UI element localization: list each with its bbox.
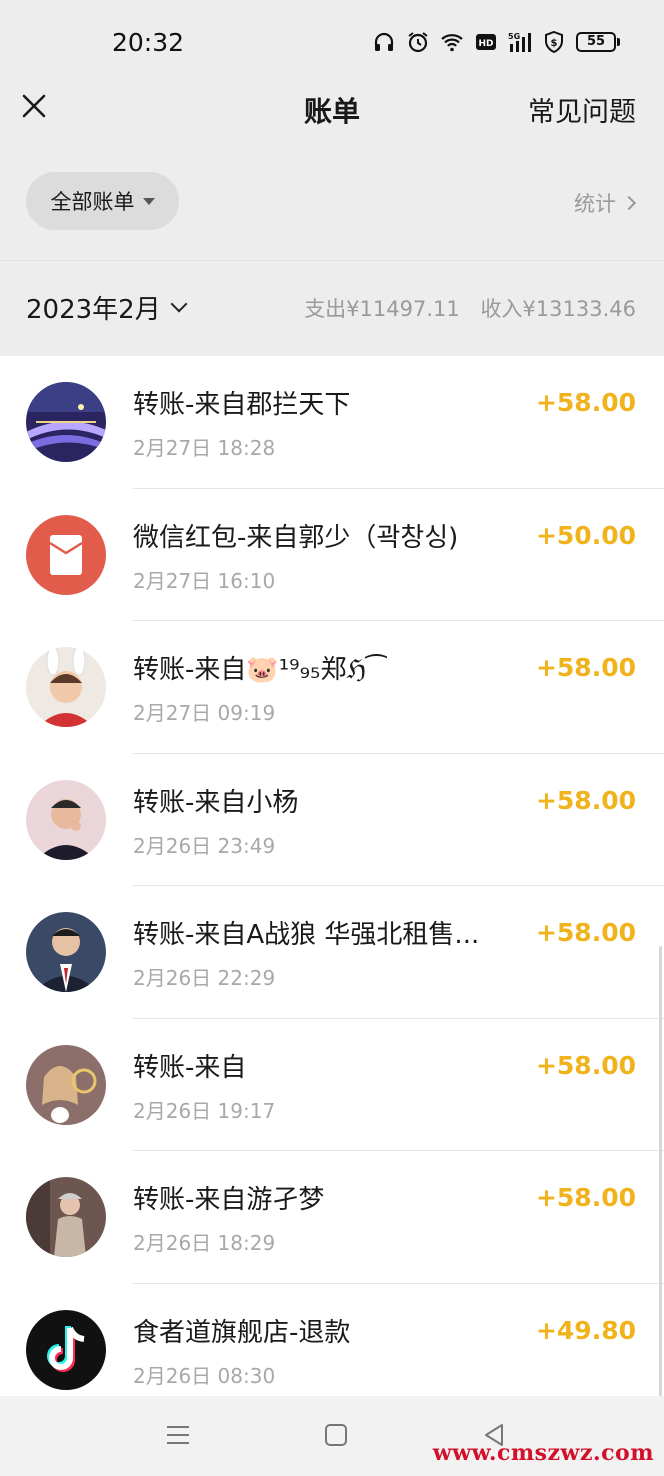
transaction-amount: +50.00 — [535, 520, 636, 550]
transaction-date: 2月26日 19:17 — [133, 1098, 276, 1123]
avatar — [26, 382, 106, 462]
transaction-row[interactable]: 转账-来自游孑梦 2月26日 18:29 +58.00 — [0, 1151, 664, 1284]
hd-icon: HD — [476, 34, 496, 50]
avatar — [26, 1044, 106, 1125]
svg-text:$: $ — [551, 38, 558, 49]
menu-icon[interactable] — [163, 1420, 193, 1450]
transaction-row[interactable]: 转账-来自🐷¹⁹₉₅郑ℌ⁀ 2月27日 09:19 +58.00 — [0, 621, 664, 754]
red-packet-icon — [26, 514, 106, 595]
nav-bar: 账单 常见问题 — [0, 80, 664, 136]
transaction-date: 2月27日 16:10 — [133, 568, 276, 593]
status-time: 20:32 — [112, 28, 185, 57]
faq-link[interactable]: 常见问题 — [528, 90, 636, 129]
month-expense: 支出¥11497.11 — [304, 297, 460, 321]
transaction-date: 2月27日 18:28 — [133, 436, 276, 460]
transaction-amount: +58.00 — [535, 1183, 636, 1212]
month-label: 2023年2月 — [26, 295, 161, 325]
transaction-amount: +58.00 — [535, 918, 636, 947]
bill-filter-label: 全部账单 — [50, 190, 135, 214]
caret-down-icon — [142, 197, 155, 205]
battery-level: 55 — [576, 32, 616, 52]
month-selector[interactable]: 2023年2月 — [26, 289, 188, 326]
transaction-row[interactable]: 微信红包-来自郭少（곽창싱) 2月27日 16:10 +50.00 — [0, 489, 664, 621]
avatar — [26, 779, 106, 860]
watermark: www.cmszwz.com — [432, 1440, 654, 1466]
transaction-row[interactable]: 转账-来自 2月26日 19:17 +58.00 — [0, 1019, 664, 1151]
transaction-title: 转账-来自 — [133, 1052, 247, 1083]
stats-label: 统计 — [574, 192, 616, 216]
transaction-date: 2月26日 23:49 — [133, 833, 276, 858]
transaction-amount: +58.00 — [535, 388, 636, 417]
avatar — [26, 647, 106, 727]
headphones-icon — [374, 32, 394, 51]
transaction-date: 2月26日 18:29 — [133, 1231, 276, 1255]
month-header: 2023年2月 支出¥11497.11 收入¥13133.46 — [0, 260, 664, 352]
svg-text:5G: 5G — [508, 32, 520, 41]
transaction-title: 食者道旗舰店-退款 — [133, 1317, 351, 1348]
transaction-title: 转账-来自🐷¹⁹₉₅郑ℌ⁀ — [133, 655, 387, 685]
status-icons: HD 5G $ 55 — [372, 30, 620, 54]
status-bar: 20:32 HD 5G $ 55 — [0, 0, 664, 80]
svg-text:HD: HD — [478, 39, 493, 49]
bill-filter-button[interactable]: 全部账单 — [26, 172, 179, 230]
filter-row: 全部账单 统计 — [0, 170, 664, 232]
wifi-icon — [441, 34, 463, 52]
chevron-right-icon — [621, 195, 637, 211]
battery-icon: 55 — [576, 32, 620, 52]
transaction-row[interactable]: 转账-来自A战狼 华强北租售... 2月26日 22:29 +58.00 — [0, 886, 664, 1019]
transaction-list: 转账-来自郡拦天下 2月27日 18:28 +58.00 微信红包-来自郭少（곽… — [0, 356, 664, 1396]
transaction-amount: +49.80 — [535, 1315, 636, 1345]
transaction-row[interactable]: 食者道旗舰店-退款 2月26日 08:30 +49.80 — [0, 1284, 664, 1397]
tiktok-icon — [26, 1309, 106, 1390]
transaction-title: 微信红包-来自郭少（곽창싱) — [133, 522, 459, 553]
month-summary: 支出¥11497.11 收入¥13133.46 — [290, 293, 636, 323]
transaction-date: 2月26日 08:30 — [133, 1363, 276, 1388]
transaction-amount: +58.00 — [535, 653, 636, 682]
month-income: 收入¥13133.46 — [480, 297, 636, 321]
transaction-title: 转账-来自A战狼 华强北租售... — [133, 920, 480, 950]
transaction-date: 2月27日 09:19 — [133, 701, 276, 725]
avatar — [26, 912, 106, 992]
alarm-icon — [408, 32, 428, 53]
system-nav-bar: www.cmszwz.com — [0, 1396, 664, 1476]
transaction-amount: +58.00 — [535, 785, 636, 815]
transaction-amount: +58.00 — [535, 1050, 636, 1080]
chevron-down-icon — [170, 295, 188, 312]
shield-dollar-icon: $ — [545, 30, 563, 54]
home-icon[interactable] — [321, 1420, 351, 1450]
signal-5g-icon: 5G — [508, 32, 531, 52]
transaction-title: 转账-来自郡拦天下 — [133, 390, 351, 420]
transaction-title: 转账-来自小杨 — [133, 787, 299, 818]
transaction-date: 2月26日 22:29 — [133, 966, 276, 990]
scrollbar[interactable] — [659, 946, 662, 1396]
transaction-title: 转账-来自游孑梦 — [133, 1185, 325, 1215]
avatar — [26, 1177, 106, 1257]
stats-link[interactable]: 统计 — [574, 188, 637, 218]
transaction-row[interactable]: 转账-来自郡拦天下 2月27日 18:28 +58.00 — [0, 356, 664, 489]
transaction-row[interactable]: 转账-来自小杨 2月26日 23:49 +58.00 — [0, 754, 664, 886]
